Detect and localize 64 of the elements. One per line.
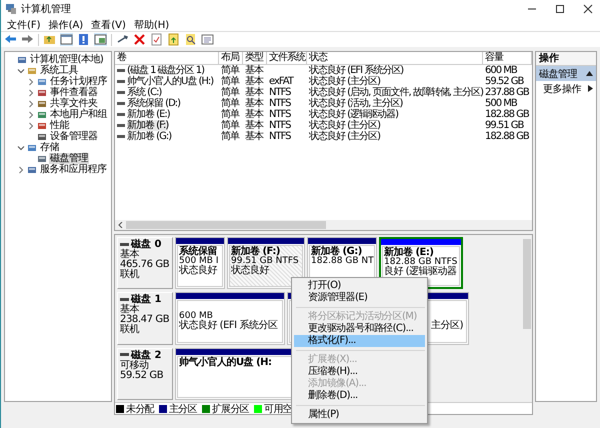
table-cell: 基本 xyxy=(245,87,263,98)
table-cell: 基本 xyxy=(245,65,263,76)
table-cell: 状态良好 (EFI 系统分区) xyxy=(309,65,404,76)
disk-status: 联机 xyxy=(120,325,140,336)
window-title: 计算机管理 xyxy=(21,2,72,16)
table-cell: 59.52 GB xyxy=(485,76,524,87)
table-cell: 状态良好 (启动, 页面文件, 故障转储, 主分区) xyxy=(309,87,484,98)
table-cell: 简单 xyxy=(221,65,239,76)
partition-name: 新加卷 (G:) xyxy=(311,247,362,257)
table-cell: 简单 xyxy=(221,76,239,87)
table-cell: 182.88 GB xyxy=(485,109,529,120)
table-cell: NTFS xyxy=(269,98,291,109)
table-cell: 状态良好 (主分区) xyxy=(309,120,380,131)
partition-size: 99.51 GB NTFS xyxy=(231,257,299,266)
table-cell: 状态良好 (活动, 主分区) xyxy=(309,98,402,109)
partition-name: 新加卷 (E:) xyxy=(384,248,434,258)
legend-label: 主分区 xyxy=(168,402,197,416)
disk-size: 238.47 GB xyxy=(120,315,170,326)
disk-name: 磁盘 1 xyxy=(131,294,162,306)
legend-label: 扩展分区 xyxy=(212,402,250,416)
table-cell: NTFS xyxy=(269,87,291,98)
partition-status: 状态良好 xyxy=(231,266,269,276)
table-cell: 基本 xyxy=(245,76,263,87)
table-cell: 99.51 GB xyxy=(485,120,524,131)
partition-name: 帅气小官人的U盘 (H: xyxy=(179,358,272,368)
disk-size: 465.76 GB xyxy=(120,260,170,270)
disk-type: 基本 xyxy=(120,305,140,316)
partition-status: 主分区) xyxy=(431,321,463,332)
table-cell: 600 MB xyxy=(485,65,517,76)
table-cell: 状态良好 (逻辑驱动器) xyxy=(309,109,398,120)
actions-header: 操作 xyxy=(536,52,596,66)
disk-type: 可移动 xyxy=(120,360,150,371)
table-cell: 简单 xyxy=(221,109,239,120)
table-cell: 简单 xyxy=(221,131,239,142)
table-cell: NTFS xyxy=(269,120,291,131)
table-cell: 500 MB xyxy=(485,98,517,109)
table-cell: 基本 xyxy=(245,109,263,120)
table-cell: NTFS xyxy=(269,131,291,142)
table-cell: 简单 xyxy=(221,98,239,109)
table-cell: 状态良好 (主分区) xyxy=(309,76,380,87)
table-cell: 基本 xyxy=(245,98,263,109)
table-cell: 状态良好 (主分区) xyxy=(309,131,380,142)
disk-name: 磁盘 2 xyxy=(131,350,162,361)
partition-status: 状态良好 xyxy=(179,266,217,276)
table-cell: 简单 xyxy=(221,120,239,131)
table-cell: 237.88 GB xyxy=(485,87,529,98)
partition-status: 良好 (逻辑驱动器 xyxy=(384,267,457,277)
table-cell: 182.88 GB xyxy=(485,131,529,142)
disk-type: 基本 xyxy=(120,250,140,260)
disk-name: 磁盘 0 xyxy=(131,239,162,250)
table-cell: 基本 xyxy=(245,120,263,131)
partition-status: 状态良好 (EFI 系统分区 xyxy=(179,321,278,332)
partition-name: 系统保留 xyxy=(179,247,217,257)
table-cell: 基本 xyxy=(245,131,263,142)
disk-status: 联机 xyxy=(120,270,140,280)
partition-name: 新加卷 (F:) xyxy=(231,247,280,257)
table-cell: 简单 xyxy=(221,87,239,98)
table-cell: exFAT xyxy=(269,76,293,87)
partition-size: 182.88 GB NT xyxy=(311,257,374,266)
table-cell: NTFS xyxy=(269,109,291,120)
partition-size: 182.88 GB NTFS xyxy=(384,258,458,267)
disk-size: 59.52 GB xyxy=(120,370,164,381)
legend-label: 未分配 xyxy=(126,402,154,416)
partition-size: 500 MB I xyxy=(179,257,218,266)
